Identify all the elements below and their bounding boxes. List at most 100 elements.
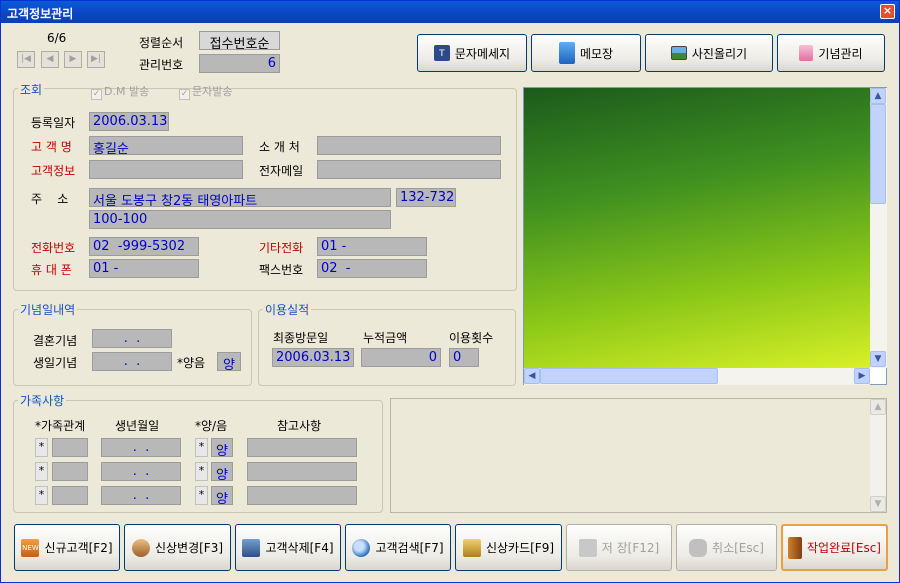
- reg-date-field[interactable]: 2006.03.13: [89, 112, 169, 131]
- finish-button[interactable]: 작업완료[Esc]: [781, 524, 888, 571]
- family-relation-field[interactable]: [52, 462, 88, 481]
- dm-send-label: D.M 발송: [104, 85, 150, 98]
- customer-info-field[interactable]: [89, 160, 243, 179]
- anniversary-manage-button[interactable]: 기념관리: [777, 34, 885, 72]
- family-relation-field[interactable]: [52, 438, 88, 457]
- horizontal-scrollbar[interactable]: ◀ ▶: [524, 368, 870, 385]
- address-label: 주 소: [31, 192, 69, 206]
- wedding-date-field[interactable]: . .: [92, 329, 172, 348]
- photo-image: [524, 88, 870, 368]
- sms-button[interactable]: T 문자메세지: [417, 34, 527, 72]
- memo-scrollbar[interactable]: ▲ ▼: [870, 399, 886, 512]
- finish-label: 작업완료[Esc]: [807, 541, 881, 555]
- memo-scroll-down-icon[interactable]: ▼: [870, 496, 886, 512]
- horizontal-scroll-thumb[interactable]: [540, 368, 718, 384]
- address-field[interactable]: 서울 도봉구 창2동 태영아파트: [89, 188, 391, 207]
- family-note-field[interactable]: [247, 438, 357, 457]
- scroll-right-icon[interactable]: ▶: [854, 368, 870, 384]
- family-birth-field[interactable]: . .: [101, 486, 181, 505]
- family-lunar-field[interactable]: 양: [211, 462, 233, 481]
- search-customer-button[interactable]: 고객검색[F7]: [345, 524, 451, 571]
- anniversary-manage-button-label: 기념관리: [818, 46, 863, 61]
- photo-panel: ▲ ▼ ◀ ▶: [523, 87, 887, 385]
- sms-send-check-mark: ✓: [179, 89, 190, 100]
- memo-scroll-up-icon[interactable]: ▲: [870, 399, 886, 415]
- save-label: 저 장[F12]: [601, 541, 660, 555]
- total-amount-label: 누적금액: [363, 331, 408, 345]
- sms-send-label: 문자발송: [192, 85, 233, 98]
- close-button[interactable]: ×: [880, 4, 895, 19]
- delete-customer-button[interactable]: 고객삭제[F4]: [235, 524, 341, 571]
- photo-upload-button-label: 사진올리기: [691, 46, 748, 61]
- record-counter: 6/6: [47, 31, 67, 45]
- family-note-field[interactable]: [247, 486, 357, 505]
- referrer-field[interactable]: [317, 136, 501, 155]
- new-customer-icon: NEW: [21, 538, 40, 557]
- family-birth-field[interactable]: . .: [101, 438, 181, 457]
- scroll-up-icon[interactable]: ▲: [870, 88, 886, 104]
- lunar-label: *양음: [177, 356, 206, 370]
- photo-icon: [670, 46, 687, 60]
- family-row-star: *: [35, 486, 48, 505]
- lunar-field[interactable]: 양: [217, 352, 241, 371]
- nav-first-button[interactable]: |◀: [17, 51, 35, 68]
- other-phone-field[interactable]: 01 -: [317, 237, 427, 256]
- family-row-star: *: [35, 438, 48, 457]
- fax-field[interactable]: 02 -: [317, 259, 427, 278]
- family-birth-field[interactable]: . .: [101, 462, 181, 481]
- search-group-title: 조회: [18, 81, 45, 98]
- sms-icon: T: [433, 45, 450, 61]
- scroll-left-icon[interactable]: ◀: [524, 368, 540, 384]
- family-relation-field[interactable]: [52, 486, 88, 505]
- family-note-field[interactable]: [247, 462, 357, 481]
- delete-user-icon: [242, 538, 261, 557]
- manage-no-label: 관리번호: [139, 58, 184, 72]
- wedding-label: 결혼기념: [33, 334, 78, 348]
- vertical-scrollbar[interactable]: ▲ ▼: [870, 88, 887, 368]
- family-lunar-field[interactable]: 양: [211, 486, 233, 505]
- door-exit-icon: [788, 536, 803, 559]
- sms-send-checkbox[interactable]: ✓ 문자발송: [179, 83, 232, 100]
- save-button[interactable]: 저 장[F12]: [566, 524, 672, 571]
- last-visit-field: 2006.03.13: [272, 348, 354, 367]
- family-lunar-field[interactable]: 양: [211, 438, 233, 457]
- edit-customer-button[interactable]: 신상변경[F3]: [124, 524, 231, 571]
- save-icon: [578, 538, 597, 557]
- nav-last-button[interactable]: ▶|: [87, 51, 105, 68]
- phone-field[interactable]: 02 -999-5302: [89, 237, 199, 256]
- scroll-down-icon[interactable]: ▼: [870, 351, 886, 367]
- vertical-scroll-thumb[interactable]: [870, 104, 886, 204]
- usage-group-title: 이용실적: [263, 301, 312, 318]
- dm-send-checkbox[interactable]: ✓ D.M 발송: [91, 83, 149, 100]
- zipcode-field[interactable]: 132-732: [396, 188, 456, 207]
- edit-user-icon: [131, 538, 150, 557]
- referrer-label: 소 개 처: [259, 140, 300, 154]
- anniversary-group-title: 기념일내역: [18, 301, 78, 318]
- visit-count-field: 0: [449, 348, 479, 367]
- new-customer-button[interactable]: NEW 신규고객[F2]: [14, 524, 120, 571]
- search-icon: [352, 538, 371, 557]
- nav-prev-button[interactable]: ◀: [41, 51, 59, 68]
- fax-label: 팩스번호: [259, 263, 304, 277]
- birthday-label: 생일기념: [33, 356, 78, 370]
- address-detail-field[interactable]: 100-100: [89, 210, 391, 229]
- birthday-date-field[interactable]: . .: [92, 352, 172, 371]
- gift-icon: [799, 45, 814, 61]
- email-field[interactable]: [317, 160, 501, 179]
- sort-select[interactable]: 접수번호순: [199, 31, 280, 50]
- cancel-button[interactable]: 취소[Esc]: [676, 524, 777, 571]
- family-note-header: 참고사항: [277, 419, 322, 433]
- memo-button[interactable]: 메모장: [531, 34, 641, 72]
- mobile-label: 휴 대 폰: [31, 263, 72, 277]
- family-lunar-star: *: [195, 462, 208, 481]
- memo-textarea[interactable]: ▲ ▼: [390, 398, 887, 513]
- family-lunar-star: *: [195, 486, 208, 505]
- new-customer-label: 신규고객[F2]: [44, 541, 113, 555]
- customer-name-field[interactable]: 홍길순: [89, 136, 243, 155]
- profile-card-button[interactable]: 신상카드[F9]: [455, 524, 562, 571]
- nav-next-button[interactable]: ▶: [64, 51, 82, 68]
- delete-customer-label: 고객삭제[F4]: [265, 541, 334, 555]
- customer-info-label: 고객정보: [31, 164, 76, 178]
- photo-upload-button[interactable]: 사진올리기: [645, 34, 773, 72]
- mobile-field[interactable]: 01 -: [89, 259, 199, 278]
